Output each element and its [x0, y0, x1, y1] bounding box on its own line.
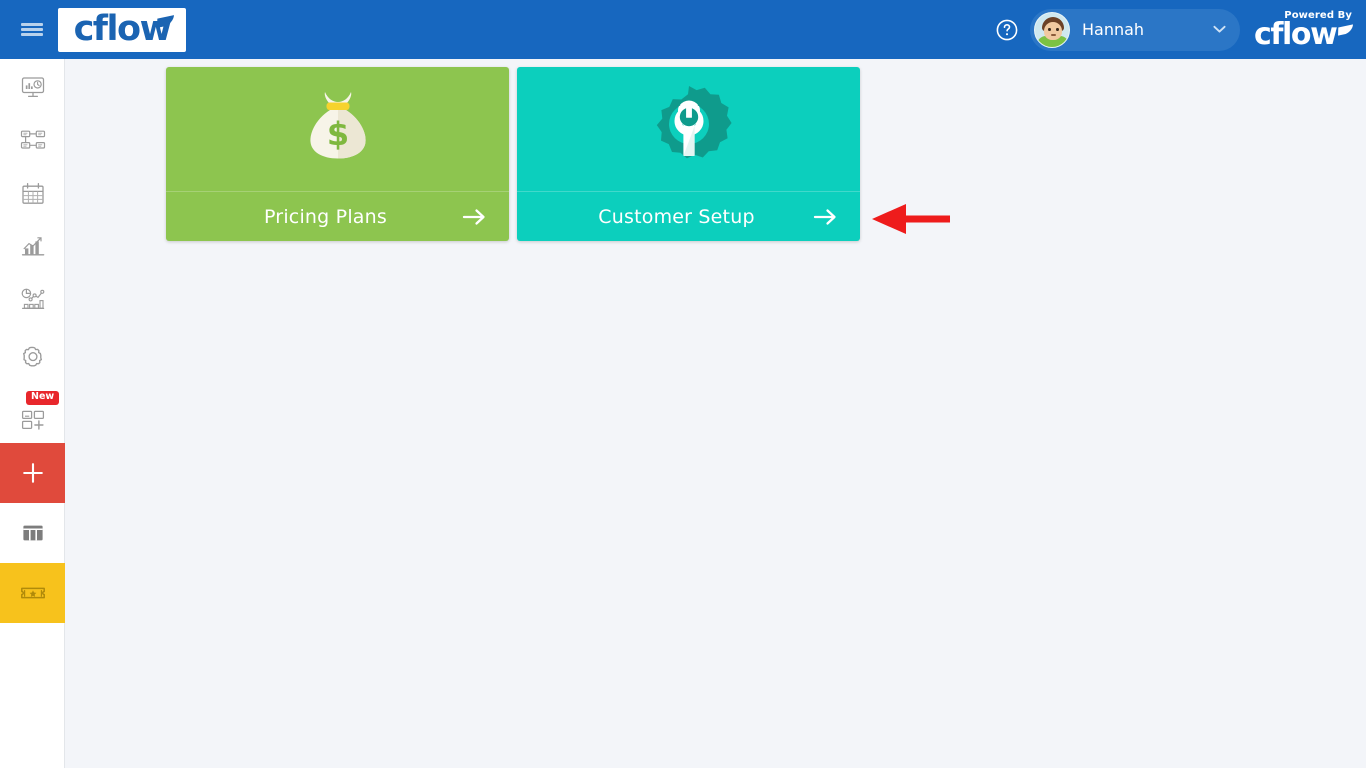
hamburger-bar [21, 28, 43, 31]
hamburger-bar [21, 23, 43, 26]
topbar-right-group: Hannah Powered By cflow [990, 0, 1366, 59]
sidebar-item-workflows[interactable] [0, 114, 65, 167]
cflow-logo-text: cflow [73, 9, 172, 49]
user-avatar [1034, 11, 1070, 48]
sidebar-item-tickets[interactable] [0, 563, 65, 623]
bar-chart-growth-icon [21, 236, 44, 255]
red-pointer-arrow [871, 201, 951, 237]
top-navigation-bar: cflow Hannah Powered By cflow [0, 0, 1366, 59]
user-menu-button[interactable]: Hannah [1030, 8, 1240, 51]
workflow-diagram-icon [20, 130, 45, 149]
svg-text:$: $ [326, 115, 348, 153]
chevron-down-icon[interactable] [1212, 23, 1226, 37]
monitor-dashboard-icon [21, 76, 44, 97]
gear-icon [22, 346, 42, 367]
tile-footer: Customer Setup [517, 191, 860, 241]
kanban-columns-icon [22, 525, 43, 541]
avatar-face [1044, 21, 1062, 40]
sidebar-item-settings[interactable] [0, 326, 65, 390]
cflow-logo[interactable]: cflow [58, 7, 186, 52]
gear-wrench-icon [517, 67, 860, 191]
sidebar-item-apps[interactable]: New [0, 390, 65, 443]
tile-label: Pricing Plans [263, 205, 387, 228]
tile-grid: $ Pricing Plans Customer Setup [166, 67, 860, 241]
sidebar-item-reports[interactable] [0, 220, 65, 273]
tile-customer-setup[interactable]: Customer Setup [517, 67, 860, 241]
tile-label: Customer Setup [598, 205, 755, 228]
help-circle-icon[interactable] [990, 13, 1024, 47]
money-bag-dollar-icon: $ [166, 67, 509, 191]
arrow-right-icon[interactable] [461, 204, 487, 230]
avatar-mouth [1051, 33, 1056, 36]
tile-pricing-plans[interactable]: $ Pricing Plans [166, 67, 509, 241]
apps-grid-plus-icon [21, 410, 44, 430]
main-content-area: $ Pricing Plans Customer Setup [65, 59, 1366, 768]
arrow-left-icon [872, 204, 950, 234]
hamburger-menu-icon[interactable] [0, 0, 64, 59]
user-name-label: Hannah [1082, 20, 1145, 39]
avatar-eye-right [1056, 27, 1059, 31]
sidebar-item-calendar[interactable] [0, 167, 65, 220]
analytics-charts-icon [21, 288, 44, 309]
plus-icon [22, 463, 43, 483]
sidebar-item-analytics[interactable] [0, 273, 65, 326]
tile-footer: Pricing Plans [166, 191, 509, 241]
new-badge: New [26, 391, 60, 405]
sidebar-item-add-new[interactable] [0, 443, 65, 503]
avatar-eye-left [1048, 27, 1051, 31]
powered-by-cflow-logo: Powered By cflow [1254, 8, 1354, 52]
sidebar-item-dashboard[interactable] [0, 61, 65, 114]
left-sidebar: New [0, 59, 65, 768]
arrow-right-icon[interactable] [812, 204, 838, 230]
powered-by-brand-text: cflow [1254, 16, 1338, 52]
powered-by-swoosh-icon [1338, 23, 1353, 36]
sidebar-item-kanban-board[interactable] [0, 503, 65, 563]
calendar-icon [21, 182, 44, 204]
ticket-star-icon [20, 587, 45, 599]
hamburger-bar [21, 33, 43, 36]
